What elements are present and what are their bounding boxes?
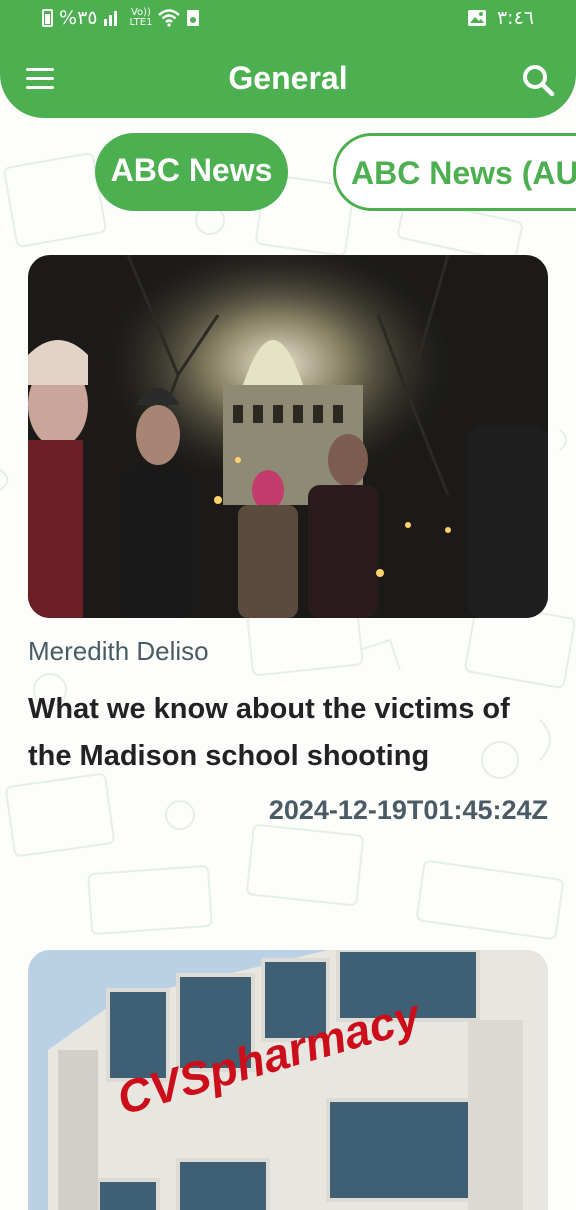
vigil-photo: [28, 255, 548, 618]
shield-app-icon: [187, 10, 200, 26]
app-screen: %٣٥ Vo)) LTE1 ٣:٤٦ General ABC News ABC …: [0, 0, 576, 1210]
status-time: ٣:٤٦: [496, 7, 534, 29]
article-image[interactable]: [28, 255, 548, 618]
wifi-icon: [158, 9, 181, 27]
network-type: Vo)) LTE1: [129, 7, 153, 28]
article-author: Meredith Deliso: [28, 636, 209, 666]
status-bar: %٣٥ Vo)) LTE1 ٣:٤٦: [0, 0, 576, 40]
source-chip-abc-news[interactable]: ABC News: [95, 133, 288, 211]
app-bar: %٣٥ Vo)) LTE1 ٣:٤٦ General: [0, 0, 576, 118]
article-published-date: 2024-12-19T01:45:24Z: [268, 795, 548, 825]
signal-icon: [104, 11, 118, 26]
article-image[interactable]: CVSpharmacy: [28, 950, 548, 1210]
search-icon[interactable]: [518, 60, 558, 100]
source-chip-abc-news-au[interactable]: ABC News (AU: [333, 133, 576, 211]
article-headline[interactable]: What we know about the victims of the Ma…: [28, 686, 548, 780]
page-title: General: [228, 60, 348, 96]
battery-percentage: %٣٥: [59, 7, 98, 29]
battery-icon: [42, 9, 53, 27]
image-notification-icon: [467, 10, 486, 26]
pharmacy-photo: CVSpharmacy: [28, 950, 548, 1210]
